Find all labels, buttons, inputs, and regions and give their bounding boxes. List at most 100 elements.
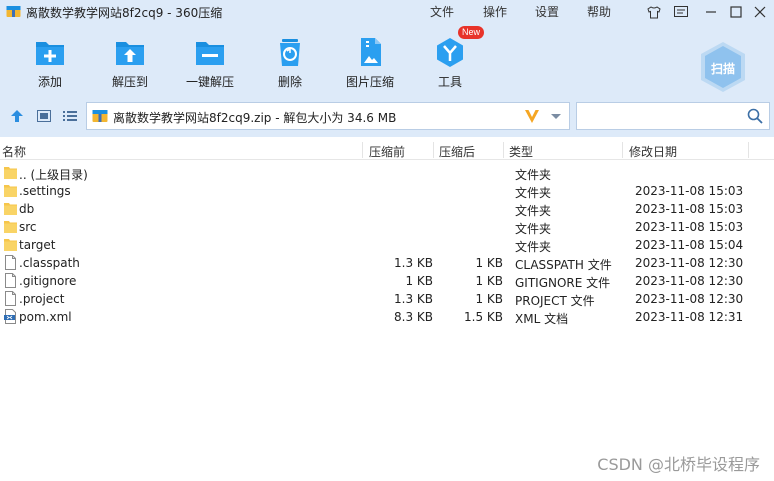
- chevron-down-icon[interactable]: [549, 109, 563, 123]
- column-divider[interactable]: [503, 142, 504, 158]
- file-type: 文件夹: [515, 222, 552, 236]
- file-size-before: 1 KB: [405, 274, 433, 288]
- file-name: src: [19, 220, 37, 234]
- file-type: 文件夹: [515, 240, 552, 254]
- file-date: 2023-11-08 12:30: [635, 292, 744, 306]
- menu-operate[interactable]: 操作: [483, 3, 507, 20]
- main-toolbar: 添加 解压到 一键解压 删除 图片压缩 New 工具 扫描: [0, 24, 774, 96]
- file-row-project[interactable]: .project 1.3 KB 1 KB PROJECT 文件 2023-11-…: [0, 290, 774, 308]
- one-click-extract-label: 一键解压: [185, 75, 234, 89]
- column-type[interactable]: 类型: [509, 143, 533, 160]
- column-name[interactable]: 名称: [2, 143, 26, 160]
- delete-button[interactable]: 删除: [250, 24, 330, 96]
- file-name: .project: [19, 292, 65, 306]
- maximize-icon[interactable]: [726, 2, 746, 22]
- file-name: .settings: [19, 184, 71, 198]
- minimize-icon[interactable]: [701, 2, 721, 22]
- delete-label: 删除: [277, 75, 302, 89]
- file-row-pom[interactable]: pom.xml 8.3 KB 1.5 KB XML 文档 2023-11-08 …: [0, 308, 774, 326]
- up-arrow-icon[interactable]: [8, 108, 26, 124]
- skin-shirt-icon[interactable]: [644, 2, 664, 22]
- file-size-after: 1 KB: [475, 292, 503, 306]
- v-logo-icon[interactable]: [523, 107, 541, 125]
- file-name: .classpath: [19, 256, 80, 270]
- delete-icon: [280, 39, 300, 66]
- image-compress-label: 图片压缩: [345, 75, 394, 89]
- file-type: GITIGNORE 文件: [515, 276, 611, 290]
- file-size-before: 1.3 KB: [394, 256, 433, 270]
- file-row-parent[interactable]: .. (上级目录) 文件夹: [0, 164, 774, 182]
- folder-icon: [4, 167, 17, 179]
- address-bar: 离散数学教学网站8f2cq9.zip - 解包大小为 34.6 MB: [0, 96, 774, 137]
- folder-icon: [4, 185, 17, 197]
- column-after[interactable]: 压缩后: [439, 143, 475, 160]
- add-icon: [36, 42, 64, 65]
- file-date: 2023-11-08 15:03: [635, 202, 744, 216]
- search-input[interactable]: [576, 102, 770, 130]
- image-compress-button[interactable]: 图片压缩: [330, 24, 410, 96]
- zip-archive-icon: [92, 110, 108, 122]
- file-icon: [5, 291, 16, 306]
- xml-file-icon: [4, 309, 16, 324]
- column-divider[interactable]: [748, 142, 749, 158]
- extract-to-label: 解压到: [111, 75, 148, 89]
- file-row-db[interactable]: db 文件夹 2023-11-08 15:03: [0, 200, 774, 218]
- archive-window: 离散数学教学网站8f2cq9 - 360压缩 文件 操作 设置 帮助 添加 解压…: [0, 0, 774, 481]
- title-bar: 离散数学教学网站8f2cq9 - 360压缩 文件 操作 设置 帮助: [0, 0, 774, 24]
- file-name: .. (上级目录): [19, 168, 88, 182]
- column-modified[interactable]: 修改日期: [629, 143, 677, 160]
- one-click-extract-icon: [196, 42, 224, 65]
- file-type: 文件夹: [515, 168, 552, 182]
- file-type: CLASSPATH 文件: [515, 258, 612, 272]
- feedback-icon[interactable]: [671, 2, 691, 22]
- file-date: 2023-11-08 12:31: [635, 310, 744, 324]
- one-click-extract-button[interactable]: 一键解压: [170, 24, 250, 96]
- file-date: 2023-11-08 15:03: [635, 220, 744, 234]
- file-name: pom.xml: [19, 310, 72, 324]
- folder-icon: [4, 239, 17, 251]
- folder-icon: [4, 203, 17, 215]
- menu-file[interactable]: 文件: [430, 3, 454, 20]
- path-field[interactable]: 离散数学教学网站8f2cq9.zip - 解包大小为 34.6 MB: [86, 102, 570, 130]
- column-header-row: 名称 压缩前 压缩后 类型 修改日期: [0, 140, 774, 160]
- window-title: 离散数学教学网站8f2cq9 - 360压缩: [26, 6, 223, 20]
- view-thumbnail-icon[interactable]: [35, 108, 53, 124]
- menu-help[interactable]: 帮助: [587, 3, 611, 20]
- file-row-classpath[interactable]: .classpath 1.3 KB 1 KB CLASSPATH 文件 2023…: [0, 254, 774, 272]
- extract-to-button[interactable]: 解压到: [90, 24, 170, 96]
- file-size-after: 1 KB: [475, 256, 503, 270]
- file-date: 2023-11-08 12:30: [635, 256, 744, 270]
- file-date: 2023-11-08 15:04: [635, 238, 744, 252]
- column-compressed[interactable]: 压缩前: [369, 143, 405, 160]
- file-name: .gitignore: [19, 274, 77, 288]
- file-icon: [5, 255, 16, 270]
- column-divider[interactable]: [362, 142, 363, 158]
- tools-label: 工具: [437, 75, 462, 89]
- file-size-after: 1 KB: [475, 274, 503, 288]
- file-row-settings[interactable]: .settings 文件夹 2023-11-08 15:03: [0, 182, 774, 200]
- view-list-icon[interactable]: [61, 108, 79, 124]
- file-row-target[interactable]: target 文件夹 2023-11-08 15:04: [0, 236, 774, 254]
- file-row-src[interactable]: src 文件夹 2023-11-08 15:03: [0, 218, 774, 236]
- scan-button[interactable]: 扫描: [697, 40, 749, 94]
- column-divider[interactable]: [433, 142, 434, 158]
- file-size-before: 1.3 KB: [394, 292, 433, 306]
- file-type: 文件夹: [515, 204, 552, 218]
- new-badge: New: [458, 26, 485, 39]
- scan-label: 扫描: [710, 62, 735, 76]
- close-icon[interactable]: [750, 2, 770, 22]
- file-size-before: 8.3 KB: [394, 310, 433, 324]
- file-name: target: [19, 238, 56, 252]
- add-label: 添加: [37, 75, 62, 89]
- image-compress-icon: [361, 38, 381, 66]
- file-name: db: [19, 202, 35, 216]
- file-row-gitignore[interactable]: .gitignore 1 KB 1 KB GITIGNORE 文件 2023-1…: [0, 272, 774, 290]
- folder-icon: [4, 221, 17, 233]
- add-button[interactable]: 添加: [10, 24, 90, 96]
- column-divider[interactable]: [622, 142, 623, 158]
- tools-button[interactable]: New 工具: [410, 24, 490, 96]
- search-icon[interactable]: [747, 108, 763, 124]
- extract-to-icon: [116, 42, 144, 65]
- menu-settings[interactable]: 设置: [535, 3, 559, 20]
- path-text: 离散数学教学网站8f2cq9.zip - 解包大小为 34.6 MB: [113, 111, 397, 125]
